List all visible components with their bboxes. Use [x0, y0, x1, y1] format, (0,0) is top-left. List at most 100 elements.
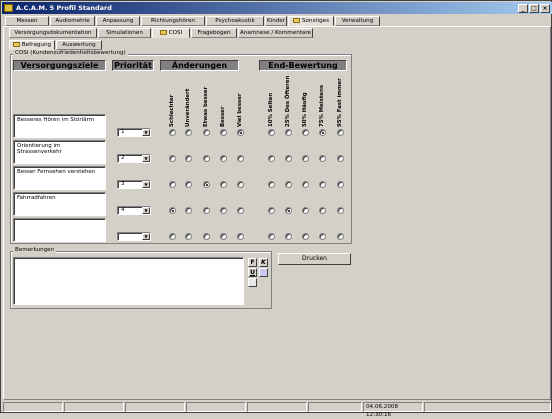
change-radio[interactable]: [185, 207, 192, 214]
end-radio[interactable]: [319, 207, 326, 214]
end-radio[interactable]: [337, 207, 344, 214]
change-radio[interactable]: [169, 181, 176, 188]
minimize-button[interactable]: _: [518, 4, 528, 13]
status-pane-5: [247, 402, 307, 412]
status-pane-2: [64, 402, 124, 412]
tab-fragebogen[interactable]: Fragebogen: [191, 28, 237, 38]
tab-versorgungsdokumentation[interactable]: Versorgungsdokumentation: [9, 28, 97, 38]
tab-audiometrie[interactable]: Audiometrie: [50, 16, 95, 26]
end-radio[interactable]: [268, 155, 275, 162]
end-radio[interactable]: [319, 155, 326, 162]
priority-select[interactable]: ▼: [117, 232, 151, 241]
close-button[interactable]: ×: [540, 4, 550, 13]
change-radio[interactable]: [220, 207, 227, 214]
chevron-down-icon[interactable]: ▼: [142, 207, 150, 214]
change-radio[interactable]: [237, 129, 244, 136]
end-radio[interactable]: [302, 129, 309, 136]
change-radio[interactable]: [220, 155, 227, 162]
end-radio[interactable]: [285, 207, 292, 214]
end-radio[interactable]: [337, 155, 344, 162]
change-radio[interactable]: [169, 155, 176, 162]
change-radio[interactable]: [185, 155, 192, 162]
change-radio[interactable]: [185, 129, 192, 136]
end-radio[interactable]: [268, 181, 275, 188]
tab-anpassung[interactable]: Anpassung: [96, 16, 140, 26]
change-radio[interactable]: [203, 155, 210, 162]
change-radio[interactable]: [220, 181, 227, 188]
end-radio[interactable]: [268, 207, 275, 214]
end-radio[interactable]: [337, 181, 344, 188]
goal-field[interactable]: Orientierung im Strassenverkehr: [13, 140, 106, 164]
end-radio[interactable]: [319, 129, 326, 136]
end-radio[interactable]: [337, 233, 344, 240]
goal-field[interactable]: Fahrradfahren: [13, 192, 106, 216]
status-bar: 04.06.2008 12:30:16: [3, 402, 551, 418]
change-radio[interactable]: [237, 181, 244, 188]
change-radio[interactable]: [169, 233, 176, 240]
end-radio[interactable]: [319, 233, 326, 240]
end-radio[interactable]: [302, 181, 309, 188]
end-radio[interactable]: [302, 233, 309, 240]
tab-psychoakustik[interactable]: Psychoakustik: [206, 16, 264, 26]
tab-richtungshoeren[interactable]: Richtungshören: [141, 16, 205, 26]
remarks-textarea[interactable]: [13, 257, 244, 305]
chevron-down-icon[interactable]: ▼: [142, 181, 150, 188]
end-radio[interactable]: [285, 129, 292, 136]
tab-messen[interactable]: Messen: [5, 16, 49, 26]
change-radio[interactable]: [185, 181, 192, 188]
priority-select[interactable]: 3 ▼: [117, 180, 151, 189]
print-preview-icon[interactable]: [248, 278, 257, 287]
end-radio[interactable]: [268, 233, 275, 240]
tab-auswertung[interactable]: Auswertung: [56, 40, 102, 50]
tab-verwaltung[interactable]: Verwaltung: [335, 16, 380, 26]
chevron-down-icon[interactable]: ▼: [142, 155, 150, 162]
end-radio[interactable]: [302, 155, 309, 162]
tab-kinder[interactable]: Kinder: [265, 16, 287, 26]
chevron-down-icon[interactable]: ▼: [142, 233, 150, 240]
change-radio[interactable]: [185, 233, 192, 240]
format-icon[interactable]: [259, 268, 268, 277]
change-radio[interactable]: [203, 207, 210, 214]
change-radio[interactable]: [203, 129, 210, 136]
tab-simulationen[interactable]: Simulationen: [98, 28, 151, 38]
goal-field[interactable]: Besser Fernsehen verstehen: [13, 166, 106, 190]
tab-befragung[interactable]: Befragung: [9, 40, 55, 50]
end-radio[interactable]: [302, 207, 309, 214]
change-radio[interactable]: [237, 233, 244, 240]
cosi-group-title: COSI (Kundenzufriedenheitsbewertung): [13, 50, 128, 56]
tab-sonstiges[interactable]: Sonstiges: [288, 16, 334, 26]
tab-cosi[interactable]: COSI: [152, 28, 190, 38]
change-radio[interactable]: [220, 233, 227, 240]
goal-field[interactable]: Besseres Hören im Störlärm: [13, 114, 106, 138]
priority-select[interactable]: 1 ▼: [117, 128, 151, 137]
chevron-down-icon[interactable]: ▼: [142, 129, 150, 136]
window-title: A.C.A.M. 5 Profil Standard: [16, 4, 112, 12]
change-column-label: Besser: [220, 106, 226, 128]
status-datetime: 04.06.2008 12:30:16: [363, 402, 423, 418]
change-radio[interactable]: [169, 207, 176, 214]
drucken-button[interactable]: Drucken: [278, 253, 351, 265]
underline-button[interactable]: U: [248, 268, 257, 277]
italic-button[interactable]: K: [259, 258, 268, 267]
sub-tab-bar: Versorgungsdokumentation Simulationen CO…: [9, 28, 549, 38]
goal-field[interactable]: [13, 218, 106, 242]
change-radio[interactable]: [237, 207, 244, 214]
end-radio[interactable]: [285, 181, 292, 188]
end-radio[interactable]: [285, 155, 292, 162]
priority-select[interactable]: 2 ▼: [117, 154, 151, 163]
change-radio[interactable]: [169, 129, 176, 136]
change-radio[interactable]: [203, 181, 210, 188]
change-radio[interactable]: [220, 129, 227, 136]
priority-select[interactable]: 4 ▼: [117, 206, 151, 215]
end-radio[interactable]: [319, 181, 326, 188]
bold-button[interactable]: F: [248, 258, 257, 267]
tab-anamnese-kommentare[interactable]: Anamnese / Kommentare: [238, 28, 313, 38]
end-radio[interactable]: [337, 129, 344, 136]
end-radio[interactable]: [268, 129, 275, 136]
end-radio[interactable]: [285, 233, 292, 240]
maximize-button[interactable]: □: [529, 4, 539, 13]
change-radio[interactable]: [203, 233, 210, 240]
folder-icon: [159, 30, 167, 35]
change-radio[interactable]: [237, 155, 244, 162]
change-column-label: Etwas besser: [203, 86, 209, 127]
